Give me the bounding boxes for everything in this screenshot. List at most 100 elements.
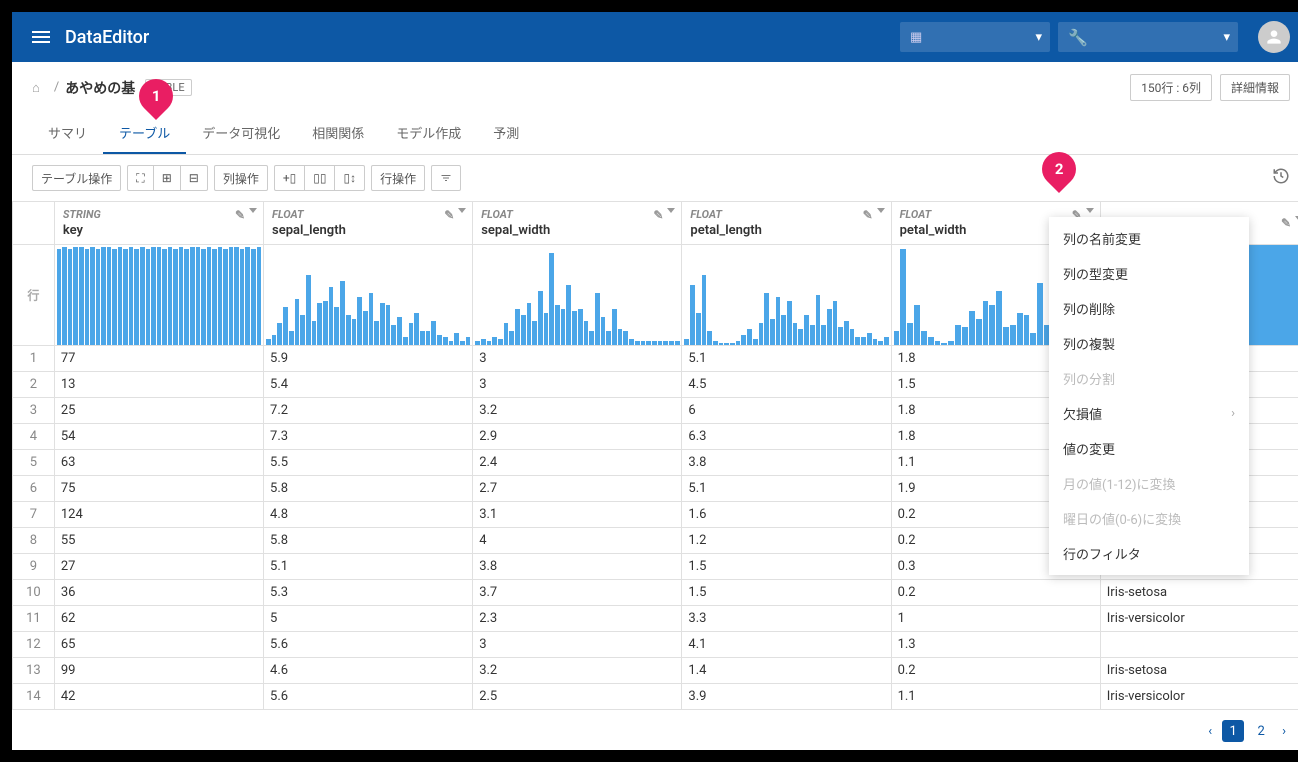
cell[interactable]: Iris-setosa: [1100, 580, 1298, 606]
table-row[interactable]: 13994.63.21.40.2Iris-setosa: [13, 658, 1298, 684]
edit-column-icon[interactable]: [863, 208, 874, 219]
cell[interactable]: 0.2: [891, 658, 1100, 684]
top-dropdown-2[interactable]: 🔧 ▾: [1058, 22, 1238, 52]
edit-column-icon[interactable]: [444, 208, 455, 219]
cell[interactable]: 5.9: [264, 346, 473, 372]
page-prev[interactable]: ‹: [1204, 724, 1216, 739]
hamburger-icon[interactable]: [32, 28, 50, 46]
cell[interactable]: 5.1: [264, 554, 473, 580]
cell[interactable]: 5.8: [264, 528, 473, 554]
cell[interactable]: 65: [54, 632, 263, 658]
col-tool-1[interactable]: +▯: [274, 165, 305, 191]
filter-icon[interactable]: [431, 165, 461, 191]
cell[interactable]: 63: [54, 450, 263, 476]
cell[interactable]: 3.9: [682, 684, 891, 710]
cell[interactable]: 1.3: [891, 632, 1100, 658]
cell[interactable]: 2.9: [473, 424, 682, 450]
col-tool-2[interactable]: ▯▯: [304, 165, 335, 191]
column-menu-icon[interactable]: [667, 208, 675, 213]
cell[interactable]: 3.7: [473, 580, 682, 606]
page-1[interactable]: 1: [1222, 720, 1244, 742]
page-2[interactable]: 2: [1250, 720, 1272, 742]
cell[interactable]: 4: [473, 528, 682, 554]
tab-0[interactable]: サマリ: [32, 113, 103, 154]
cell[interactable]: Iris-versicolor: [1100, 684, 1298, 710]
cell[interactable]: 5.5: [264, 450, 473, 476]
cell[interactable]: 5.1: [682, 346, 891, 372]
col-tool-3[interactable]: ▯↕: [334, 165, 365, 191]
cell[interactable]: 7.2: [264, 398, 473, 424]
column-menu-icon[interactable]: [877, 208, 885, 213]
context-menu-item[interactable]: 値の変更: [1049, 431, 1249, 466]
cell[interactable]: 5.4: [264, 372, 473, 398]
cell[interactable]: 6: [682, 398, 891, 424]
col-ops-button[interactable]: 列操作: [214, 165, 268, 191]
cell[interactable]: 1.5: [682, 580, 891, 606]
cell[interactable]: 55: [54, 528, 263, 554]
cell[interactable]: Iris-versicolor: [1100, 606, 1298, 632]
cell[interactable]: 2.3: [473, 606, 682, 632]
cell[interactable]: 2.4: [473, 450, 682, 476]
table-row[interactable]: 14425.62.53.91.1Iris-versicolor: [13, 684, 1298, 710]
cell[interactable]: 5.8: [264, 476, 473, 502]
cell[interactable]: 3.8: [473, 554, 682, 580]
cell[interactable]: 5.3: [264, 580, 473, 606]
tab-2[interactable]: データ可視化: [186, 113, 296, 154]
cell[interactable]: 1.1: [891, 684, 1100, 710]
cell[interactable]: 0.2: [891, 580, 1100, 606]
cell[interactable]: 75: [54, 476, 263, 502]
column-menu-icon[interactable]: [249, 208, 257, 213]
cell[interactable]: 54: [54, 424, 263, 450]
cell[interactable]: 3: [473, 632, 682, 658]
cell[interactable]: 4.8: [264, 502, 473, 528]
cell[interactable]: 1.4: [682, 658, 891, 684]
cell[interactable]: 5: [264, 606, 473, 632]
cell[interactable]: 2.5: [473, 684, 682, 710]
cell[interactable]: 62: [54, 606, 263, 632]
cell[interactable]: 1.5: [682, 554, 891, 580]
cell[interactable]: 3: [473, 372, 682, 398]
cell[interactable]: 4.5: [682, 372, 891, 398]
cell[interactable]: 3.2: [473, 398, 682, 424]
context-menu-item[interactable]: 欠損値›: [1049, 396, 1249, 431]
cell[interactable]: 124: [54, 502, 263, 528]
cell[interactable]: 27: [54, 554, 263, 580]
tab-4[interactable]: モデル作成: [380, 113, 477, 154]
tab-5[interactable]: 予測: [477, 113, 535, 154]
context-menu-item[interactable]: 列の削除: [1049, 291, 1249, 326]
row-ops-button[interactable]: 行操作: [371, 165, 425, 191]
cell[interactable]: 3: [473, 346, 682, 372]
cell[interactable]: 7.3: [264, 424, 473, 450]
cell[interactable]: 3.1: [473, 502, 682, 528]
tab-1[interactable]: テーブル: [103, 113, 186, 154]
cell[interactable]: 25: [54, 398, 263, 424]
page-next[interactable]: ›: [1278, 724, 1290, 739]
cell[interactable]: 4.1: [682, 632, 891, 658]
cell[interactable]: 36: [54, 580, 263, 606]
edit-column-icon[interactable]: [1281, 216, 1292, 227]
cell[interactable]: 13: [54, 372, 263, 398]
edit-column-icon[interactable]: [653, 208, 664, 219]
cell[interactable]: 77: [54, 346, 263, 372]
table-ops-button[interactable]: テーブル操作: [32, 165, 121, 191]
cell[interactable]: Iris-setosa: [1100, 658, 1298, 684]
history-icon[interactable]: [1272, 167, 1290, 189]
context-menu-item[interactable]: 列の名前変更: [1049, 221, 1249, 256]
home-icon[interactable]: ⌂: [32, 80, 40, 96]
cell[interactable]: 3.2: [473, 658, 682, 684]
cell[interactable]: 5.6: [264, 684, 473, 710]
cell[interactable]: 6.3: [682, 424, 891, 450]
cell[interactable]: 42: [54, 684, 263, 710]
user-avatar[interactable]: [1258, 21, 1290, 53]
table-row[interactable]: 10365.33.71.50.2Iris-setosa: [13, 580, 1298, 606]
tab-3[interactable]: 相関関係: [296, 113, 380, 154]
cell[interactable]: [1100, 632, 1298, 658]
table-row[interactable]: 116252.33.31Iris-versicolor: [13, 606, 1298, 632]
cell[interactable]: 1.2: [682, 528, 891, 554]
tool-expand-icon[interactable]: ⛶: [127, 165, 153, 191]
cell[interactable]: 1.6: [682, 502, 891, 528]
context-menu-item[interactable]: 列の複製: [1049, 326, 1249, 361]
detail-button[interactable]: 詳細情報: [1220, 74, 1290, 101]
top-dropdown-1[interactable]: ▦ ▾: [900, 22, 1050, 52]
tool-remove-icon[interactable]: ⊟: [180, 165, 208, 191]
